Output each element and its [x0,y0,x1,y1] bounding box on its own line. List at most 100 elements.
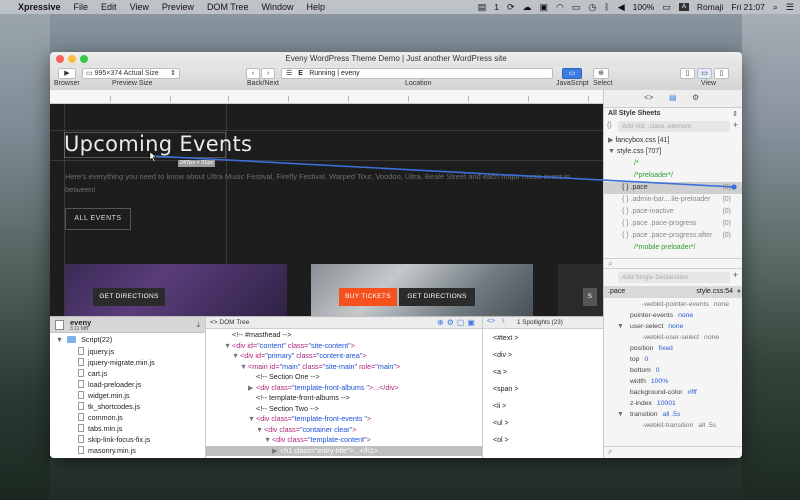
style-sheets-label[interactable]: All Style Sheets [608,110,661,117]
add-selector-button[interactable]: + [733,120,738,130]
snippet-item[interactable]: <div > [493,352,512,359]
code-icon[interactable]: <> [644,93,653,102]
selector-search-input[interactable]: Add #id, .class, element [618,121,730,132]
close-window-button[interactable] [56,55,64,63]
view-left-panel-button[interactable]: ▯ [680,68,695,79]
rule-source[interactable]: style.css:54 [696,286,733,298]
dom-node[interactable]: ▼<main id="main" class="site-main" role=… [206,362,482,373]
project-header[interactable]: eveny 3.11 MB ⤓ [50,317,205,333]
menu-help[interactable]: Help [306,2,325,12]
property-value[interactable]: 0 [644,356,648,363]
dom-toolbar-icons[interactable]: ⊕⚙▢▣ [437,318,478,327]
css-declaration[interactable]: top 0 [604,354,742,365]
declaration-input[interactable]: Add Single Declaration [618,272,730,283]
css-declaration[interactable]: width 100% [604,376,742,387]
property-value[interactable]: 0 [656,367,660,374]
disclosure-down-icon[interactable]: ▼ [224,341,232,352]
view-right-panel-button[interactable]: ▯ [714,68,729,79]
dom-node[interactable]: <!-- Section One --> [206,372,482,383]
file-item[interactable]: jquery.js [50,346,206,357]
css-declaration[interactable]: ▼ transition all .5s [604,409,742,420]
disclosure-right-icon[interactable]: ▶ [272,446,280,457]
dom-node[interactable]: ▶ <div class="template-front-albums ">...… [206,383,482,394]
wifi-icon[interactable]: ◠ [556,2,564,13]
menu-app-name[interactable]: Xpressive [18,2,61,12]
folder-scripts[interactable]: ▼ Script(22) [50,334,206,345]
minimize-window-button[interactable] [68,55,76,63]
search-icon[interactable]: ⌕ [608,447,612,457]
menu-file[interactable]: File [74,2,89,12]
dom-node[interactable]: <!-- Section Two --> [206,404,482,415]
menu-edit[interactable]: Edit [101,2,117,12]
battery-percent[interactable]: 100% [633,2,655,12]
css-declaration[interactable]: pointer-events none [604,310,742,321]
menu-window[interactable]: Window [261,2,293,12]
dom-node[interactable]: ▶ <h1 class="entry-title">...</h1> [206,445,482,457]
disclosure-right-icon[interactable]: ▶ [248,383,256,394]
snippet-item[interactable]: <a > [493,369,507,376]
file-item[interactable]: load-preloader.js [50,379,206,390]
file-item[interactable]: cart.js [50,368,206,379]
property-value[interactable]: 100% [651,378,668,385]
css-declaration[interactable]: position fixed [604,343,742,354]
airplay-icon[interactable]: ▭ [572,2,581,13]
snippet-item[interactable]: <#text > [493,335,518,342]
gear-icon[interactable]: ⚙ [692,93,699,102]
css-declaration[interactable]: bottom 0 [604,365,742,376]
property-value[interactable]: #fff [688,389,697,396]
css-declaration[interactable]: z-index 10001 [604,398,742,409]
browser-button[interactable]: ▶ [58,68,76,79]
add-declaration-button[interactable]: + [733,270,738,280]
time-machine-icon[interactable]: ◷ [588,2,596,13]
menu-view[interactable]: View [130,2,149,12]
next-button[interactable]: › [261,68,275,79]
window-titlebar[interactable]: Eveny WordPress Theme Demo | Just anothe… [50,52,742,66]
preview-size-select[interactable]: ▭ 995×374 Actual Size ⇕ [82,68,180,79]
snippet-icon[interactable]: ⑊ [501,318,505,325]
disclosure-down-icon[interactable]: ▼ [248,414,256,425]
css-declaration[interactable]: -webkit-transition all .5s [604,420,742,431]
event-card-1[interactable]: GET DIRECTIONS [65,264,287,316]
property-value[interactable]: fixed [658,345,672,352]
css-rule-pace[interactable]: { } .pace (0) [604,182,742,194]
sync-icon[interactable]: ⟳ [507,2,515,13]
css-declaration[interactable]: ▼ user-select none [604,321,742,332]
view-bottom-panel-button[interactable]: ▭ [697,68,712,79]
dom-node[interactable]: ▼<div id="content" class="site-content"> [206,341,482,352]
css-declaration[interactable]: background-color #fff [604,387,742,398]
snippet-item[interactable]: <ul > [493,420,509,427]
dom-node[interactable]: ▼<div class="template-front-events "> [206,414,482,425]
snippet-item[interactable]: <span > [493,386,518,393]
dom-node[interactable]: <!-- template-front-albums --> [206,393,482,404]
preview-heading[interactable]: Upcoming Events [64,132,252,156]
menu-dom-tree[interactable]: DOM Tree [207,2,249,12]
file-item[interactable]: tabs.min.js [50,423,206,434]
dom-node[interactable]: <!-- #masthead --> [206,330,482,341]
rule-options-icon[interactable]: ● [737,286,741,298]
javascript-toggle[interactable]: ▭ [562,68,582,79]
css-rule[interactable]: { } .admin-bar....ile-preloader (0) [604,194,742,206]
property-value[interactable]: 10001 [657,400,676,407]
property-value[interactable]: none [678,312,693,319]
dom-node[interactable]: ▼<div class="container clear"> [206,425,482,436]
file-item[interactable]: widget.min.js [50,390,206,401]
file-item[interactable]: tk_shortcodes.js [50,401,206,412]
css-declaration[interactable]: -webkit-pointer-events none [604,299,742,310]
dom-node[interactable]: ▼<div class="template-content"> [206,435,482,446]
bluetooth-icon[interactable]: ᛒ [604,2,609,12]
back-button[interactable]: ‹ [246,68,260,79]
all-events-button[interactable]: ALL EVENTS [65,208,131,230]
disclosure-down-icon[interactable]: ▼ [256,425,264,436]
dom-node[interactable]: ▼<div id="primary" class="content-area"> [206,351,482,362]
buy-tickets-button[interactable]: BUY TICKETS [339,288,397,306]
select-button[interactable]: ⊕ [593,68,609,79]
event-card-2[interactable]: BUY TICKETS GET DIRECTIONS [311,264,533,316]
notification-center-icon[interactable]: ☰ [786,2,794,13]
card-3-button[interactable]: S [583,288,597,306]
file-item[interactable]: masonry.min.js [50,445,206,456]
location-field[interactable]: ☰ E Running | eveny [281,68,553,79]
disclosure-down-icon[interactable]: ▼ [232,351,240,362]
screen-share-icon[interactable]: ▣ [540,2,549,13]
battery-icon[interactable]: ▭ [662,2,671,13]
snippet-item[interactable]: <li > [493,403,506,410]
